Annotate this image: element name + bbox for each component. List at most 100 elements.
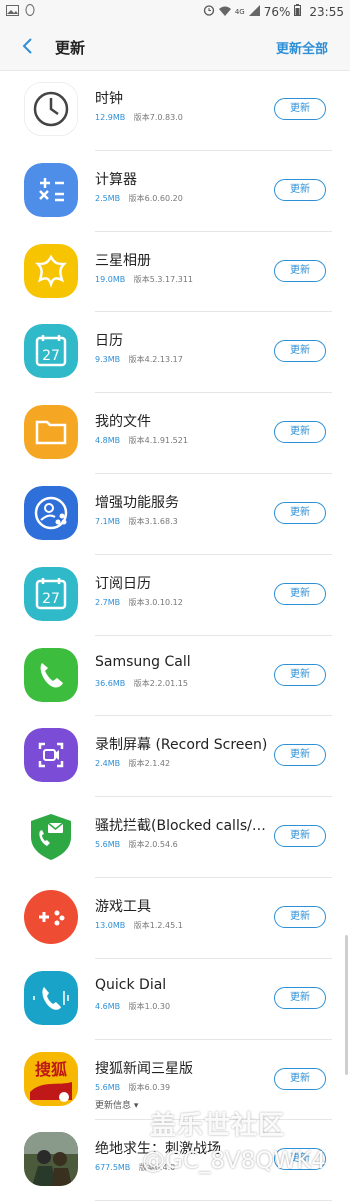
app-name: Samsung Call — [95, 653, 191, 670]
app-meta: 2.5MB 版本6.0.60.20 — [95, 193, 183, 204]
update-button[interactable]: 更新 — [274, 582, 326, 605]
qq-notification-icon — [25, 4, 35, 20]
chevron-down-icon: ▾ — [133, 1100, 139, 1111]
quick-dial-icon — [24, 970, 78, 1025]
app-size: 4.6MB — [95, 1001, 121, 1011]
app-size: 5.6MB — [95, 1082, 121, 1092]
back-button[interactable] — [16, 34, 40, 58]
app-version: 版本2.1.42 — [128, 759, 171, 769]
page-title: 更新 — [55, 39, 86, 57]
update-button[interactable]: 更新 — [274, 259, 326, 282]
app-version: 版本2.2.01.15 — [133, 678, 188, 688]
battery-icon — [294, 4, 302, 19]
whats-new-toggle[interactable]: 更新信息 ▾ — [95, 1098, 138, 1111]
app-version: 版本6.0.39 — [128, 1082, 171, 1092]
update-button[interactable]: 更新 — [274, 744, 326, 767]
app-size: 677.5MB — [95, 1163, 131, 1173]
update-list-item[interactable]: 时钟 12.9MB 版本7.0.83.0 更新 — [0, 70, 350, 151]
app-version: 版本3.1.68.3 — [128, 516, 178, 526]
app-version: 版本2.0.54.6 — [128, 840, 178, 850]
app-header: 更新 更新全部 — [0, 24, 350, 71]
update-button[interactable]: 更新 — [274, 501, 326, 524]
update-button[interactable]: 更新 — [274, 1067, 326, 1090]
update-button[interactable]: 更新 — [274, 421, 326, 444]
scrollbar[interactable] — [345, 935, 348, 1075]
update-list-item[interactable]: 骚扰拦截(Blocked calls/m... 5.6MB 版本2.0.54.6… — [0, 797, 350, 878]
update-all-button[interactable]: 更新全部 — [276, 38, 328, 57]
update-list-item[interactable]: 三星相册 19.0MB 版本5.3.17.311 更新 — [0, 232, 350, 313]
app-meta: 2.7MB 版本3.0.10.12 — [95, 597, 183, 608]
status-bar: 4G 76% 23:55 — [0, 0, 350, 24]
update-button[interactable]: 更新 — [274, 340, 326, 363]
app-size: 2.5MB — [95, 193, 121, 203]
update-button[interactable]: 更新 — [274, 986, 326, 1009]
app-meta: 4.8MB 版本4.1.91.521 — [95, 435, 188, 446]
app-size: 36.6MB — [95, 678, 126, 688]
update-list-item[interactable]: Quick Dial 4.6MB 版本1.0.30 更新 — [0, 959, 350, 1040]
app-size: 4.8MB — [95, 436, 121, 446]
app-version: 版本3.0.10.12 — [128, 597, 183, 607]
app-size: 2.7MB — [95, 597, 121, 607]
wifi-icon — [218, 5, 231, 19]
enhanced-features-icon — [24, 485, 78, 540]
app-name: 增强功能服务 — [95, 494, 179, 511]
app-name: Quick Dial — [95, 976, 167, 993]
app-version: 版本4.1.91.521 — [128, 436, 188, 446]
app-meta: 2.4MB 版本2.1.42 — [95, 758, 170, 769]
app-name: 骚扰拦截(Blocked calls/m... — [95, 818, 270, 835]
phone-call-icon — [24, 647, 78, 702]
gallery-flower-icon — [24, 243, 78, 298]
calculator-icon — [24, 162, 78, 217]
app-name: 我的文件 — [95, 414, 151, 431]
app-meta: 5.6MB 版本6.0.39 — [95, 1082, 170, 1093]
pubg-game-icon — [24, 1132, 78, 1187]
app-version: 版本4.2.13.17 — [128, 355, 183, 365]
app-size: 12.9MB — [95, 113, 126, 122]
update-list-item[interactable]: 增强功能服务 7.1MB 版本3.1.68.3 更新 — [0, 474, 350, 555]
shield-phone-icon — [24, 809, 78, 864]
back-arrow-icon — [22, 38, 32, 54]
update-list: 时钟 12.9MB 版本7.0.83.0 更新 计算器 2.5MB 版本6.0.… — [0, 70, 350, 1201]
app-size: 13.0MB — [95, 920, 126, 930]
app-name: 录制屏幕 (Record Screen) — [95, 737, 268, 754]
app-meta: 7.1MB 版本3.1.68.3 — [95, 516, 178, 527]
update-button[interactable]: 更新 — [274, 825, 326, 848]
update-list-item[interactable]: 27 订阅日历 2.7MB 版本3.0.10.12 更新 — [0, 555, 350, 636]
update-list-item[interactable]: Samsung Call 36.6MB 版本2.2.01.15 更新 — [0, 636, 350, 717]
game-pad-icon — [24, 889, 78, 944]
app-size: 5.6MB — [95, 840, 121, 850]
update-button[interactable]: 更新 — [274, 178, 326, 201]
update-list-item[interactable]: 计算器 2.5MB 版本6.0.60.20 更新 — [0, 151, 350, 232]
update-button[interactable]: 更新 — [274, 905, 326, 928]
app-name: 游戏工具 — [95, 898, 151, 915]
alarm-icon — [203, 4, 215, 19]
clock-icon — [24, 82, 78, 136]
app-meta: 5.6MB 版本2.0.54.6 — [95, 839, 178, 850]
calendar-icon: 27 — [24, 566, 78, 621]
app-name: 订阅日历 — [95, 575, 151, 592]
app-size: 9.3MB — [95, 355, 121, 365]
app-meta: 36.6MB 版本2.2.01.15 — [95, 678, 188, 689]
update-list-item[interactable]: 游戏工具 13.0MB 版本1.2.45.1 更新 — [0, 878, 350, 959]
update-list-item[interactable]: 27 日历 9.3MB 版本4.2.13.17 更新 — [0, 312, 350, 394]
calendar-icon: 27 — [24, 324, 78, 379]
sohu-news-icon: 搜狐 — [24, 1051, 78, 1106]
app-version: 版本5.3.17.311 — [133, 274, 194, 284]
gallery-notification-icon — [6, 5, 19, 19]
whats-new-label: 更新信息 — [95, 1100, 132, 1111]
app-version: 版本6.0.60.20 — [128, 193, 183, 203]
update-button[interactable]: 更新 — [274, 663, 326, 686]
watermark-text: 盖乐世社区 — [150, 1111, 286, 1141]
battery-percent: 76% — [263, 4, 291, 19]
app-name: 搜狐新闻三星版 — [95, 1060, 193, 1077]
app-meta: 9.3MB 版本4.2.13.17 — [95, 354, 183, 365]
update-list-item[interactable]: 我的文件 4.8MB 版本4.1.91.521 更新 — [0, 393, 350, 474]
app-name: 计算器 — [95, 171, 137, 188]
update-button[interactable]: 更新 — [274, 98, 326, 120]
app-version: 版本1.0.30 — [128, 1001, 171, 1011]
update-list-item[interactable]: 录制屏幕 (Record Screen) 2.4MB 版本2.1.42 更新 — [0, 716, 350, 798]
app-name: 日历 — [95, 333, 123, 350]
app-version: 版本7.0.83.0 — [133, 113, 183, 122]
app-meta: 4.6MB 版本1.0.30 — [95, 1001, 170, 1012]
watermark-user: @GC_8V8QWK4 — [142, 1148, 326, 1174]
